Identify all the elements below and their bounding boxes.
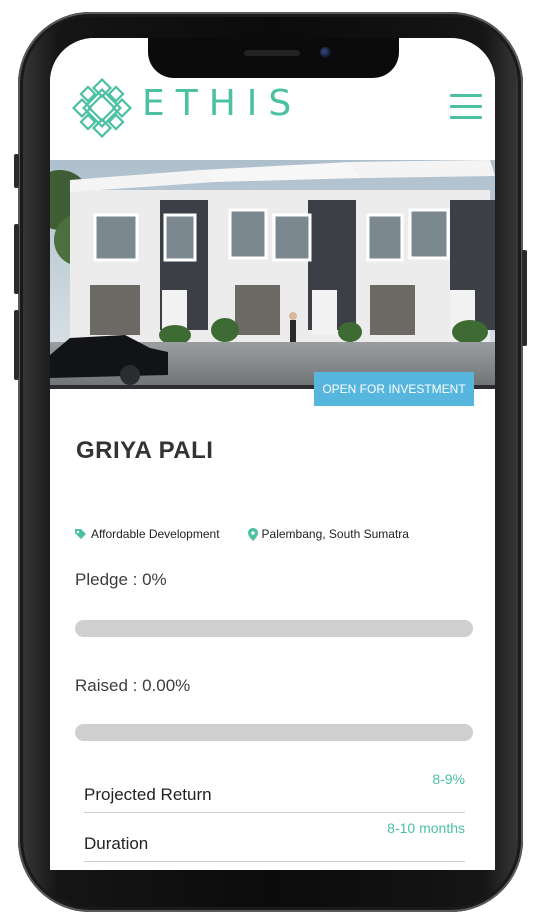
volume-down-button bbox=[14, 310, 19, 380]
tag-icon bbox=[75, 529, 86, 539]
front-camera bbox=[320, 47, 331, 58]
category-tag: Affordable Development bbox=[74, 527, 220, 541]
raised-progress-bar bbox=[75, 724, 473, 741]
row-divider bbox=[84, 812, 465, 813]
hamburger-menu-icon[interactable] bbox=[450, 94, 482, 120]
location-pin-icon bbox=[247, 527, 258, 541]
ethis-logo-icon bbox=[72, 78, 132, 138]
raised-label: Raised : 0.00% bbox=[75, 676, 191, 695]
location-label: Palembang, South Sumatra bbox=[261, 527, 409, 541]
row-divider bbox=[84, 861, 465, 862]
category-label: Affordable Development bbox=[91, 527, 220, 541]
projected-return-value: 8-9% bbox=[432, 771, 465, 787]
projected-return-label: Projected Return bbox=[84, 785, 212, 804]
phone-notch bbox=[148, 38, 399, 78]
pledge-label: Pledge : 0% bbox=[75, 570, 167, 589]
investment-status-badge[interactable]: OPEN FOR INVESTMENT bbox=[314, 372, 474, 406]
duration-label: Duration bbox=[84, 834, 149, 853]
volume-up-button bbox=[14, 224, 19, 294]
project-title: GRIYA PALI bbox=[76, 437, 214, 464]
mute-switch bbox=[14, 154, 19, 188]
power-button bbox=[522, 250, 527, 346]
earpiece-speaker bbox=[244, 50, 300, 56]
pledge-progress-bar bbox=[75, 620, 473, 637]
duration-row: Duration 8-10 months bbox=[84, 818, 465, 862]
duration-value: 8-10 months bbox=[387, 820, 465, 836]
projected-return-row: Projected Return 8-9% bbox=[84, 769, 465, 813]
brand-name[interactable]: ETHIS bbox=[142, 83, 302, 124]
project-tags: Affordable Development Palembang, South … bbox=[74, 527, 437, 541]
project-hero-image bbox=[50, 160, 495, 389]
location-tag: Palembang, South Sumatra bbox=[247, 527, 409, 541]
app-screen: ETHIS OPEN FOR INVESTMENT GRIYA PALI Aff… bbox=[50, 38, 495, 870]
